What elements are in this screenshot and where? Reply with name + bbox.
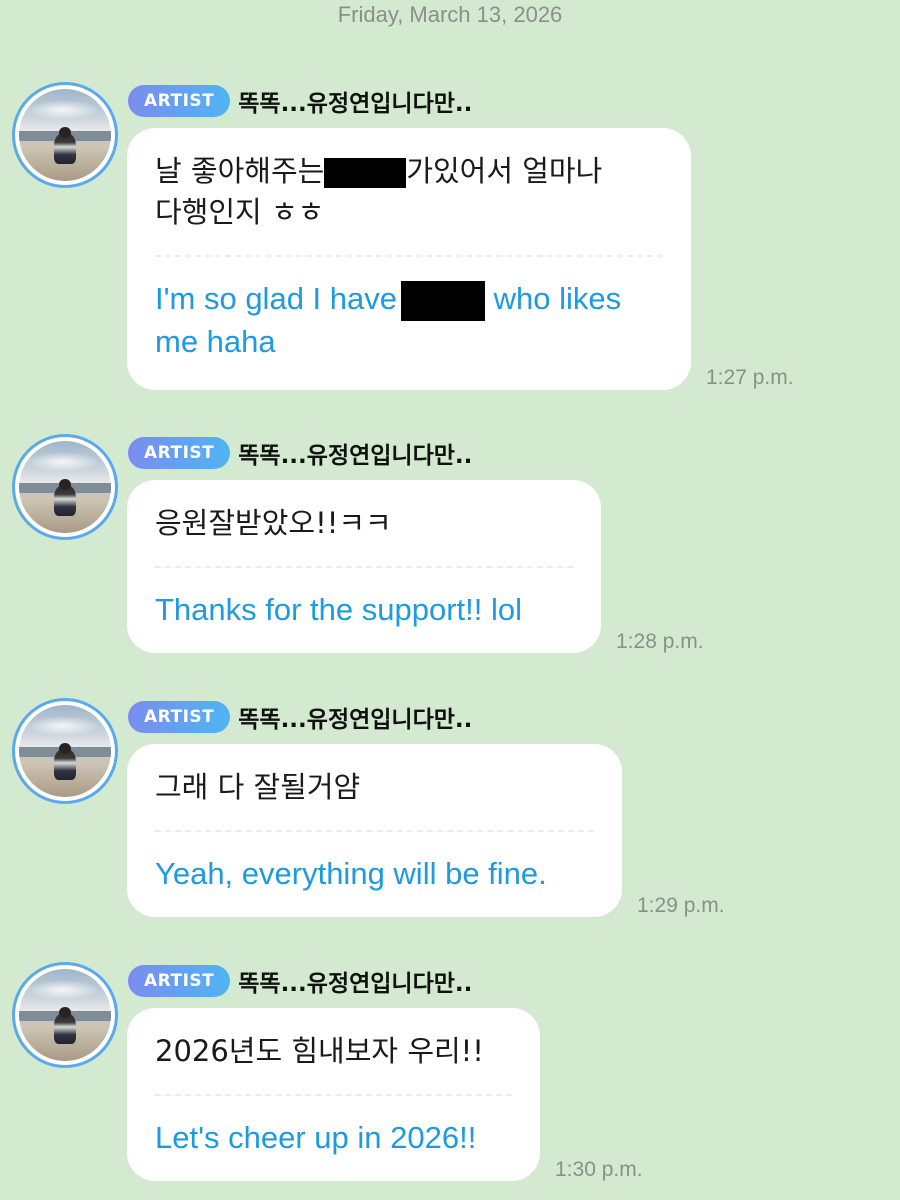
- avatar[interactable]: [12, 698, 118, 804]
- korean-text-part: 다행인지 ㅎㅎ: [155, 195, 325, 229]
- message-bubble[interactable]: 응원잘받았오!!ㅋㅋ Thanks for the support!! lol: [127, 480, 601, 653]
- timestamp: 1:29 p.m.: [637, 894, 725, 917]
- avatar[interactable]: [12, 82, 118, 188]
- redacted-block: [324, 158, 407, 188]
- message-item: ARTIST 똑똑...유정연입니다만.. 응원잘받았오!!ㅋㅋ Thanks …: [0, 434, 900, 656]
- avatar-photo: [19, 705, 111, 797]
- chat-view: Friday, March 13, 2026 ARTIST 똑똑...유정연입니…: [0, 0, 900, 1200]
- translation-text-part: I'm so glad I have: [155, 281, 397, 316]
- korean-text: 그래 다 잘될거얌: [155, 770, 361, 804]
- message-bubble[interactable]: 2026년도 힘내보자 우리!! Let's cheer up in 2026!…: [127, 1008, 540, 1181]
- korean-text: 2026년도 힘내보자 우리!!: [155, 1034, 484, 1068]
- translation-text: Thanks for the support!! lol: [155, 592, 523, 627]
- avatar-photo: [19, 969, 111, 1061]
- korean-text-part: 가있어서 얼마나: [406, 154, 603, 188]
- korean-text-part: 날 좋아해주는: [155, 154, 325, 188]
- message-item: ARTIST 똑똑...유정연입니다만.. 2026년도 힘내보자 우리!! L…: [0, 962, 900, 1184]
- message-bubble[interactable]: 그래 다 잘될거얌 Yeah, everything will be fine.: [127, 744, 622, 917]
- message-item: ARTIST 똑똑...유정연입니다만.. 날 좋아해주는 가있어서 얼마나 다행…: [0, 82, 900, 392]
- sender-row: ARTIST 똑똑...유정연입니다만..: [128, 84, 472, 118]
- date-header: Friday, March 13, 2026: [337, 2, 563, 27]
- translation-text-part: who likes: [485, 281, 622, 316]
- artist-badge: ARTIST: [128, 965, 231, 997]
- sender-name[interactable]: 똑똑...유정연입니다만..: [238, 700, 472, 734]
- avatar[interactable]: [12, 962, 118, 1068]
- avatar-photo: [19, 441, 111, 533]
- timestamp: 1:30 p.m.: [555, 1158, 643, 1181]
- avatar-photo: [19, 89, 111, 181]
- sender-row: ARTIST 똑똑...유정연입니다만..: [128, 436, 472, 470]
- translation-text-part: me haha: [155, 323, 276, 359]
- sender-row: ARTIST 똑똑...유정연입니다만..: [128, 700, 472, 734]
- artist-badge: ARTIST: [128, 701, 231, 733]
- sender-row: ARTIST 똑똑...유정연입니다만..: [128, 964, 472, 998]
- redacted-block: [401, 280, 485, 321]
- timestamp: 1:27 p.m.: [706, 366, 794, 389]
- artist-badge: ARTIST: [128, 85, 231, 117]
- translation-text: Yeah, everything will be fine.: [155, 856, 547, 891]
- message-bubble[interactable]: 날 좋아해주는 가있어서 얼마나 다행인지 ㅎㅎ I'm so glad I ha…: [127, 128, 691, 390]
- timestamp: 1:28 p.m.: [616, 630, 704, 653]
- korean-text: 응원잘받았오!!ㅋㅋ: [155, 506, 392, 540]
- sender-name[interactable]: 똑똑...유정연입니다만..: [238, 84, 472, 118]
- korean-text: 날 좋아해주는 가있어서 얼마나 다행인지 ㅎㅎ: [155, 128, 663, 255]
- translation-text: I'm so glad I have who likes me haha: [155, 257, 663, 383]
- sender-name[interactable]: 똑똑...유정연입니다만..: [238, 964, 472, 998]
- artist-badge: ARTIST: [128, 437, 231, 469]
- sender-name[interactable]: 똑똑...유정연입니다만..: [238, 436, 472, 470]
- translation-text: Let's cheer up in 2026!!: [155, 1120, 477, 1155]
- message-item: ARTIST 똑똑...유정연입니다만.. 그래 다 잘될거얌 Yeah, ev…: [0, 698, 900, 920]
- avatar[interactable]: [12, 434, 118, 540]
